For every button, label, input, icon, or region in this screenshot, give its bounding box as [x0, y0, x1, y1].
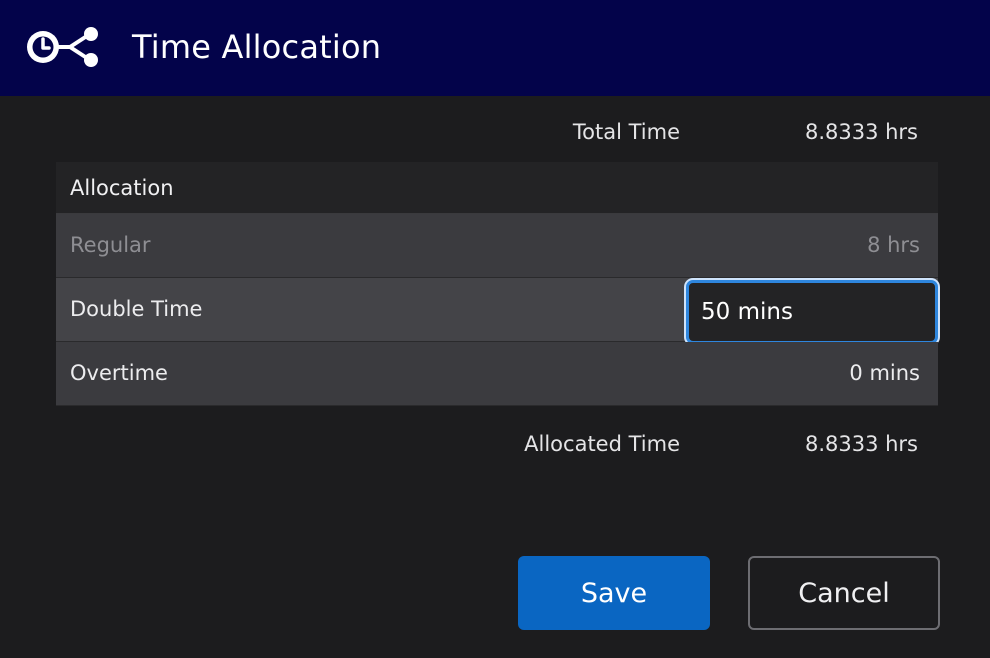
double-time-input[interactable]	[686, 280, 938, 344]
total-time-value: 8.8333 hrs	[804, 120, 918, 144]
allocation-header-label: Allocation	[70, 175, 174, 200]
row-label-regular: Regular	[70, 233, 151, 257]
table-row-regular: Regular 8 hrs	[56, 214, 938, 278]
allocation-table: Allocation Regular 8 hrs Double Time Ove…	[56, 162, 938, 406]
save-button[interactable]: Save	[518, 556, 710, 630]
table-row-double-time[interactable]: Double Time	[56, 278, 938, 344]
clock-share-icon	[27, 27, 98, 67]
cancel-button[interactable]: Cancel	[748, 556, 940, 630]
allocated-time-value: 8.8333 hrs	[804, 432, 918, 456]
allocated-time-label: Allocated Time	[524, 432, 680, 456]
total-time-label: Total Time	[572, 120, 680, 144]
row-label-overtime: Overtime	[70, 361, 168, 385]
dialog-header: Time Allocation	[0, 0, 990, 96]
row-label-double-time: Double Time	[70, 297, 203, 321]
allocation-table-header: Allocation	[56, 162, 938, 214]
row-value-overtime[interactable]: 0 mins	[849, 342, 920, 405]
dialog-title: Time Allocation	[132, 28, 382, 66]
table-row-overtime[interactable]: Overtime 0 mins	[56, 342, 938, 406]
row-value-regular: 8 hrs	[867, 233, 920, 257]
